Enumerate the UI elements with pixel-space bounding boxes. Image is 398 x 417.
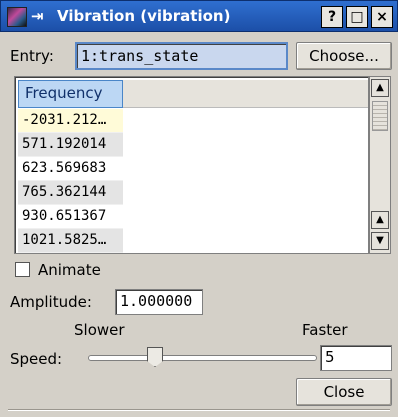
table-row[interactable]: 765.362144 xyxy=(18,181,123,205)
bottom-divider xyxy=(8,409,390,411)
amplitude-label: Amplitude: xyxy=(10,293,92,311)
speed-label: Speed: xyxy=(10,350,63,368)
animate-label: Animate xyxy=(38,261,101,279)
slower-label: Slower xyxy=(74,321,125,339)
frequency-table[interactable]: Frequency -2031.212… 571.192014 623.5696… xyxy=(14,76,369,254)
table-scrollbar[interactable]: ▲ ▲ ▼ xyxy=(369,76,391,254)
scroll-up-icon[interactable]: ▲ xyxy=(371,79,389,97)
window-title: Vibration (vibration) xyxy=(57,7,231,25)
speed-input[interactable]: 5 xyxy=(320,345,392,371)
scroll-thumb[interactable] xyxy=(372,101,388,131)
table-row[interactable]: 930.651367 xyxy=(18,205,123,229)
faster-label: Faster xyxy=(302,321,348,339)
scroll-down-icon[interactable]: ▼ xyxy=(371,232,389,250)
close-button[interactable]: Close xyxy=(296,378,392,406)
amplitude-input[interactable]: 1.000000 xyxy=(115,289,203,315)
help-button[interactable]: ? xyxy=(321,6,343,28)
entry-label: Entry: xyxy=(10,47,54,65)
speed-slider-handle[interactable] xyxy=(147,347,163,367)
table-row[interactable]: 1021.5825… xyxy=(18,229,123,253)
choose-button[interactable]: Choose... xyxy=(296,42,392,70)
table-header-filler xyxy=(123,80,368,108)
close-window-button[interactable]: × xyxy=(371,6,393,28)
table-row[interactable]: 623.569683 xyxy=(18,157,123,181)
app-icon[interactable] xyxy=(7,7,27,27)
scroll-up-icon[interactable]: ▲ xyxy=(371,211,389,229)
table-row[interactable]: -2031.212… xyxy=(18,109,123,133)
frequency-column-header[interactable]: Frequency xyxy=(18,80,123,108)
animate-checkbox[interactable] xyxy=(15,262,30,277)
pin-icon[interactable]: ⇥ xyxy=(31,7,44,25)
title-bar[interactable]: ⇥ Vibration (vibration) ? □ × xyxy=(0,0,398,32)
maximize-button[interactable]: □ xyxy=(346,6,368,28)
table-row[interactable]: 571.192014 xyxy=(18,133,123,157)
entry-field[interactable]: 1:trans_state xyxy=(75,42,288,70)
speed-slider-track[interactable] xyxy=(88,355,317,361)
